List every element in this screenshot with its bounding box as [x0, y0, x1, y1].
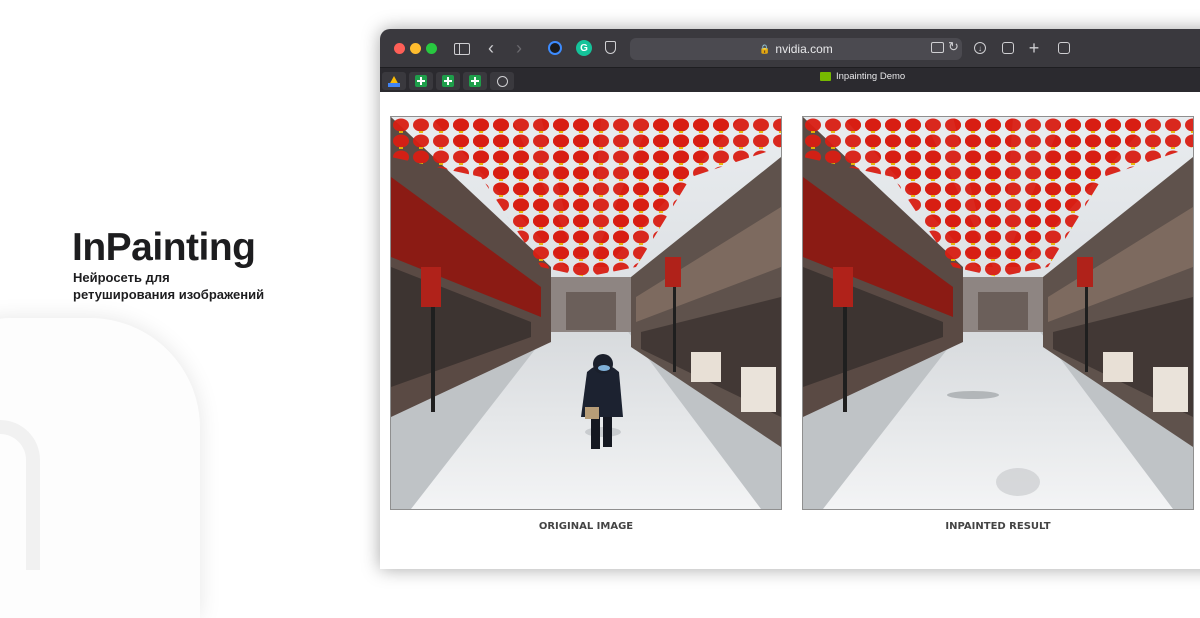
new-tab-icon[interactable]: +: [1026, 38, 1042, 58]
pinned-tab-safari[interactable]: [490, 72, 514, 90]
reload-icon[interactable]: ↻: [948, 39, 959, 55]
download-icon[interactable]: ↓: [972, 39, 988, 57]
sidebar-toggle-icon[interactable]: [454, 43, 470, 55]
nvidia-logo-icon: [820, 72, 831, 81]
zoom-window-button[interactable]: [426, 43, 437, 54]
share-icon[interactable]: [1000, 39, 1016, 57]
sheets-icon: [469, 75, 481, 87]
street-scene-original: [391, 117, 781, 509]
translate-icon[interactable]: [931, 42, 944, 53]
tab-overview-icon[interactable]: [1056, 39, 1072, 57]
tab-inpainting-demo[interactable]: Inpainting Demo: [820, 71, 905, 82]
pinned-tab-sheets-2[interactable]: [436, 72, 460, 90]
safari-compass-icon: [496, 75, 508, 87]
tab-label: Inpainting Demo: [836, 71, 906, 82]
original-image-caption: ORIGINAL IMAGE: [538, 521, 634, 532]
sheets-icon: [442, 75, 454, 87]
forward-icon[interactable]: ›: [512, 38, 526, 58]
pinned-tab-sheets-3[interactable]: [463, 72, 487, 90]
promo-subtitle: Нейросеть для ретуширования изображений: [73, 270, 265, 302]
google-drive-icon: [388, 75, 400, 87]
back-icon[interactable]: ‹: [484, 38, 498, 58]
address-bar[interactable]: 🔒 nvidia.com: [630, 38, 962, 60]
page-content: ORIGINAL IMAGE INPAINTED RESULT: [380, 92, 1200, 569]
browser-window: ‹ › G 🔒 nvidia.com ↻ ↓ + Inpainting Demo: [380, 29, 1200, 569]
inpainted-region: [996, 468, 1040, 496]
privacy-shield-icon[interactable]: [605, 41, 616, 54]
promo-title: InPainting: [72, 226, 256, 269]
inpainted-image: [802, 116, 1194, 510]
extension-circle-icon[interactable]: [548, 41, 562, 55]
lock-icon: 🔒: [759, 43, 771, 54]
minimize-window-button[interactable]: [410, 43, 421, 54]
pinned-tab-sheets-1[interactable]: [409, 72, 433, 90]
street-scene-inpainted: [803, 117, 1193, 509]
grammarly-extension-icon[interactable]: G: [576, 40, 592, 56]
close-window-button[interactable]: [394, 43, 405, 54]
url-text: nvidia.com: [775, 42, 833, 56]
browser-toolbar: ‹ › G 🔒 nvidia.com ↻ ↓ +: [380, 29, 1200, 67]
original-image: [390, 116, 782, 510]
tab-bar: Inpainting Demo: [380, 67, 1200, 92]
sheets-icon: [415, 75, 427, 87]
pinned-tab-drive[interactable]: [382, 72, 406, 90]
inpainted-result-caption: INPAINTED RESULT: [945, 521, 1051, 532]
